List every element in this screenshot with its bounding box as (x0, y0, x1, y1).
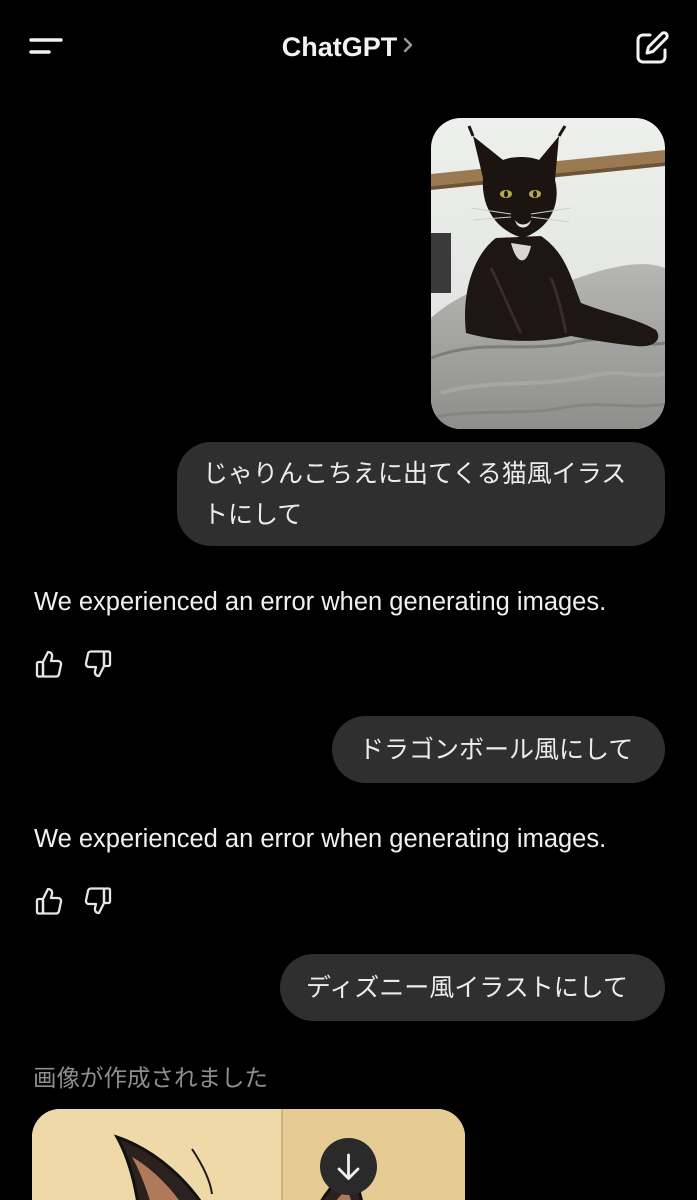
page-title: ChatGPT (281, 32, 398, 62)
new-chat-icon[interactable] (634, 30, 670, 66)
thumbs-up-icon[interactable] (34, 648, 64, 680)
thumbs-down-icon[interactable] (83, 885, 113, 917)
chevron-right-icon (401, 27, 415, 65)
user-message-bubble: じゃりんこちえに出てくる猫風イラストにして (177, 442, 665, 546)
feedback-actions (34, 885, 114, 919)
assistant-message: We experienced an error when generating … (34, 588, 607, 616)
header-bar: ChatGPT (0, 0, 697, 95)
assistant-message: We experienced an error when generating … (34, 825, 607, 853)
thumbs-up-icon[interactable] (34, 885, 64, 917)
black-cat-on-blanket-photo[interactable] (431, 118, 665, 429)
image-created-status: 画像が作成されました (33, 1064, 268, 1092)
generated-cat-illustration[interactable] (32, 1109, 465, 1200)
model-title-button[interactable]: ChatGPT (0, 28, 697, 66)
arrow-down-icon (337, 1153, 360, 1180)
scroll-down-button[interactable] (320, 1138, 377, 1195)
feedback-actions (34, 648, 114, 682)
user-message-bubble: ドラゴンボール風にして (332, 716, 665, 783)
user-message-bubble: ディズニー風イラストにして (280, 954, 665, 1021)
thumbs-down-icon[interactable] (83, 648, 113, 680)
